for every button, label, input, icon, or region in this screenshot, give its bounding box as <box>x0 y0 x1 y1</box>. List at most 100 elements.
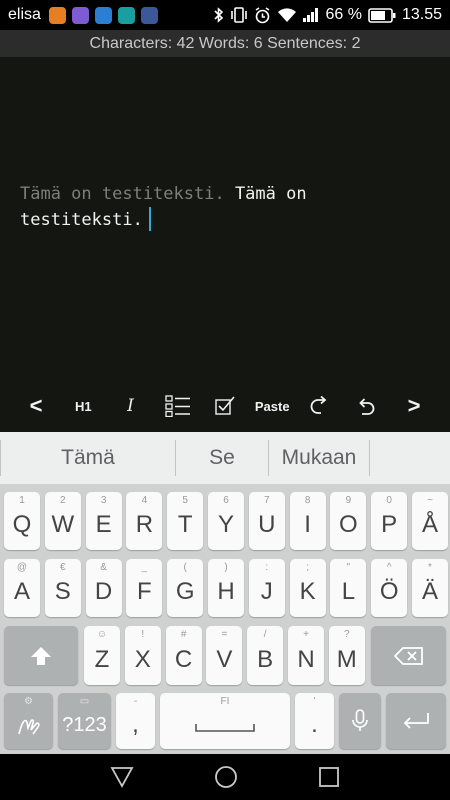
key-hint: 7 <box>264 495 270 506</box>
handwriting-icon <box>17 719 40 735</box>
key-hint: ^ <box>386 562 392 573</box>
key-hint: ) <box>224 562 228 573</box>
redo-button[interactable] <box>298 384 342 428</box>
key-i[interactable]: 8I <box>289 492 326 550</box>
checkbox-button[interactable] <box>203 384 247 428</box>
comma-key[interactable]: - , <box>116 693 155 749</box>
shift-icon <box>31 646 51 665</box>
suggestion-3[interactable]: Mukaan <box>269 432 369 484</box>
key-e[interactable]: 3E <box>85 492 122 550</box>
key-d[interactable]: & D <box>85 559 122 617</box>
battery-percent: 66 % <box>325 6 362 23</box>
key-label: Ö <box>379 578 399 605</box>
key-label: P <box>381 511 398 538</box>
comma-key-hint: - <box>133 696 138 707</box>
key-u[interactable]: 7U <box>248 492 285 550</box>
key-å[interactable]: ~ Å <box>412 492 448 550</box>
recents-icon[interactable] <box>318 766 340 788</box>
key-label: N <box>297 645 315 673</box>
undo-button[interactable] <box>345 384 389 428</box>
key-b[interactable]: / B <box>247 626 284 685</box>
divider <box>369 440 370 476</box>
space-key[interactable]: FI <box>160 693 290 749</box>
period-key[interactable]: ' . <box>295 693 334 749</box>
checklist-button[interactable] <box>156 384 200 428</box>
key-label: A <box>13 578 30 605</box>
home-icon[interactable] <box>214 765 238 789</box>
key-hint: * <box>428 562 432 573</box>
back-icon[interactable] <box>110 766 134 788</box>
key-label: W <box>51 511 75 538</box>
key-label: H <box>217 578 235 605</box>
onscreen-keyboard: 1 Q 2 W 3 E 4 R 5 T 6 Y 7 U 8 I 9 O 0 P ~ Å @ A € S & D _ F(G) H: J; K " L… <box>0 484 450 754</box>
clock: 13.55 <box>401 6 442 23</box>
key-hint: @ <box>16 562 28 573</box>
key-o[interactable]: 9O <box>330 492 367 550</box>
paste-button[interactable]: Paste <box>250 384 294 428</box>
editor-text-muted: Tämä on testiteksti. <box>20 184 225 204</box>
symbols-key[interactable]: ▭ ?123 <box>58 693 111 749</box>
enter-key[interactable] <box>386 693 446 749</box>
handwriting-key[interactable]: ⚙ <box>4 693 53 749</box>
key-q[interactable]: 1Q <box>4 492 40 550</box>
key-p[interactable]: 0P <box>371 492 408 550</box>
shift-key[interactable] <box>4 626 78 685</box>
key-w[interactable]: 2W <box>44 492 81 550</box>
key-a[interactable]: @ A <box>4 559 40 617</box>
key-label: D <box>94 578 113 605</box>
key-hint: ? <box>344 629 350 640</box>
key-label: Z <box>94 645 110 673</box>
key-hint: _ <box>141 562 148 573</box>
text-editor[interactable]: Tämä on testiteksti. Tämä on testiteksti… <box>0 57 450 380</box>
key-hint: 6 <box>223 495 229 506</box>
key-hint: ( <box>183 562 187 573</box>
key-label: V <box>216 645 233 673</box>
voice-input-key[interactable] <box>339 693 381 749</box>
key-v[interactable]: = V <box>206 626 243 685</box>
key-hint: 9 <box>345 495 352 506</box>
key-j[interactable]: :J <box>248 559 285 617</box>
italic-button[interactable]: I <box>109 384 153 428</box>
battery-icon <box>368 7 396 23</box>
key-z[interactable]: ☺ Z <box>84 626 120 685</box>
key-h[interactable]: ) H <box>208 559 244 617</box>
suggestion-1[interactable]: Tämä <box>1 432 175 484</box>
key-label: Å <box>421 511 438 538</box>
key-c[interactable]: # C <box>165 626 202 685</box>
heading-button[interactable]: H1 <box>61 384 105 428</box>
key-y[interactable]: 6Y <box>208 492 244 550</box>
key-label: J <box>260 578 273 605</box>
key-hint: ; <box>306 562 309 573</box>
key-m[interactable]: ? M <box>328 626 365 685</box>
key-n[interactable]: + N <box>288 626 324 685</box>
period-key-label: . <box>311 711 318 738</box>
key-label: O <box>339 511 358 538</box>
key-f[interactable]: _ F <box>126 559 163 617</box>
key-g[interactable]: (G <box>167 559 204 617</box>
settings-hint-icon: ⚙ <box>24 696 33 707</box>
key-ö[interactable]: ^ Ö <box>371 559 408 617</box>
comma-key-label: , <box>132 711 139 738</box>
key-t[interactable]: 5T <box>167 492 204 550</box>
key-hint: 0 <box>386 495 392 506</box>
toolbar-next-button[interactable]: > <box>392 384 436 428</box>
symbols-key-label: ?123 <box>62 713 107 736</box>
document-stats: Characters: 42 Words: 6 Sentences: 2 <box>0 30 450 57</box>
backspace-key[interactable] <box>371 626 446 685</box>
key-label: K <box>299 578 316 605</box>
key-label: F <box>137 578 152 605</box>
key-k[interactable]: ; K <box>289 559 326 617</box>
key-r[interactable]: 4R <box>126 492 163 550</box>
key-hint: = <box>221 629 228 640</box>
key-hint: 5 <box>182 495 188 506</box>
key-l[interactable]: " L <box>330 559 367 617</box>
key-hint: # <box>180 629 187 640</box>
key-s[interactable]: € S <box>44 559 81 617</box>
key-label: Q <box>12 511 32 538</box>
wifi-icon <box>278 7 297 22</box>
checkbox-icon <box>215 396 235 415</box>
key-ä[interactable]: * Ä <box>412 559 448 617</box>
toolbar-prev-button[interactable]: < <box>14 384 58 428</box>
key-x[interactable]: ! X <box>124 626 161 685</box>
suggestion-2[interactable]: Se <box>176 432 268 484</box>
